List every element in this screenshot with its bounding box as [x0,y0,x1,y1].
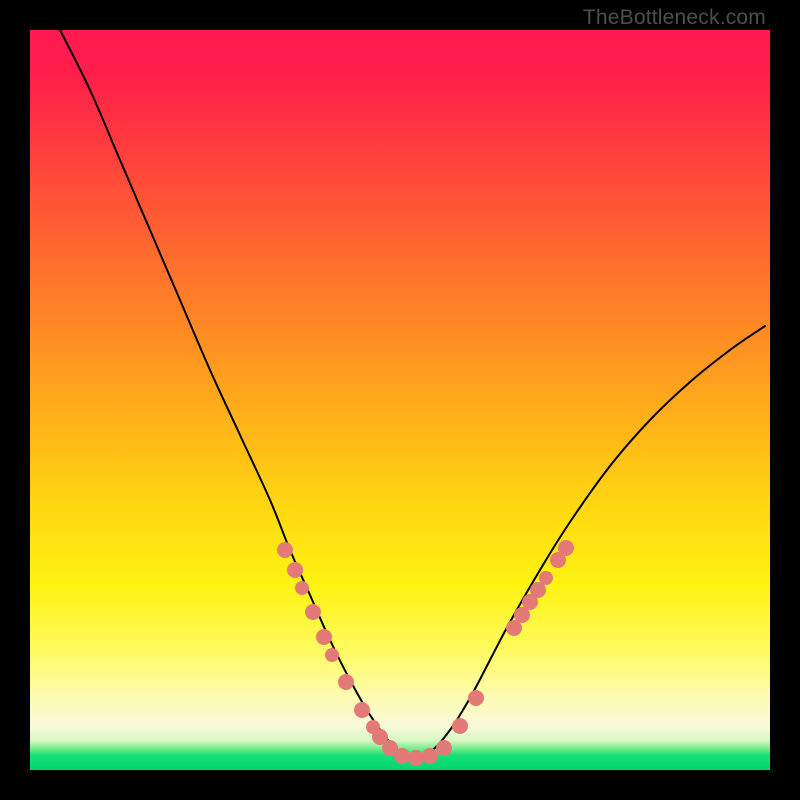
marker-dot [408,750,424,766]
marker-dot [277,542,293,558]
marker-dot [305,604,321,620]
marker-dot [436,740,452,756]
marker-dot [338,674,354,690]
marker-dot [468,690,484,706]
marker-dot [422,748,438,764]
marker-dot [287,562,303,578]
marker-dot [354,702,370,718]
watermark-text: TheBottleneck.com [583,6,766,30]
curve-svg [30,30,770,770]
plot-area [30,30,770,770]
marker-dot [295,581,309,595]
marker-dots [277,540,574,766]
marker-dot [316,629,332,645]
marker-dot [325,648,339,662]
marker-dot [394,748,410,764]
bottleneck-curve [60,30,765,759]
marker-dot [558,540,574,556]
marker-dot [539,571,553,585]
chart-frame: TheBottleneck.com [0,0,800,800]
marker-dot [452,718,468,734]
